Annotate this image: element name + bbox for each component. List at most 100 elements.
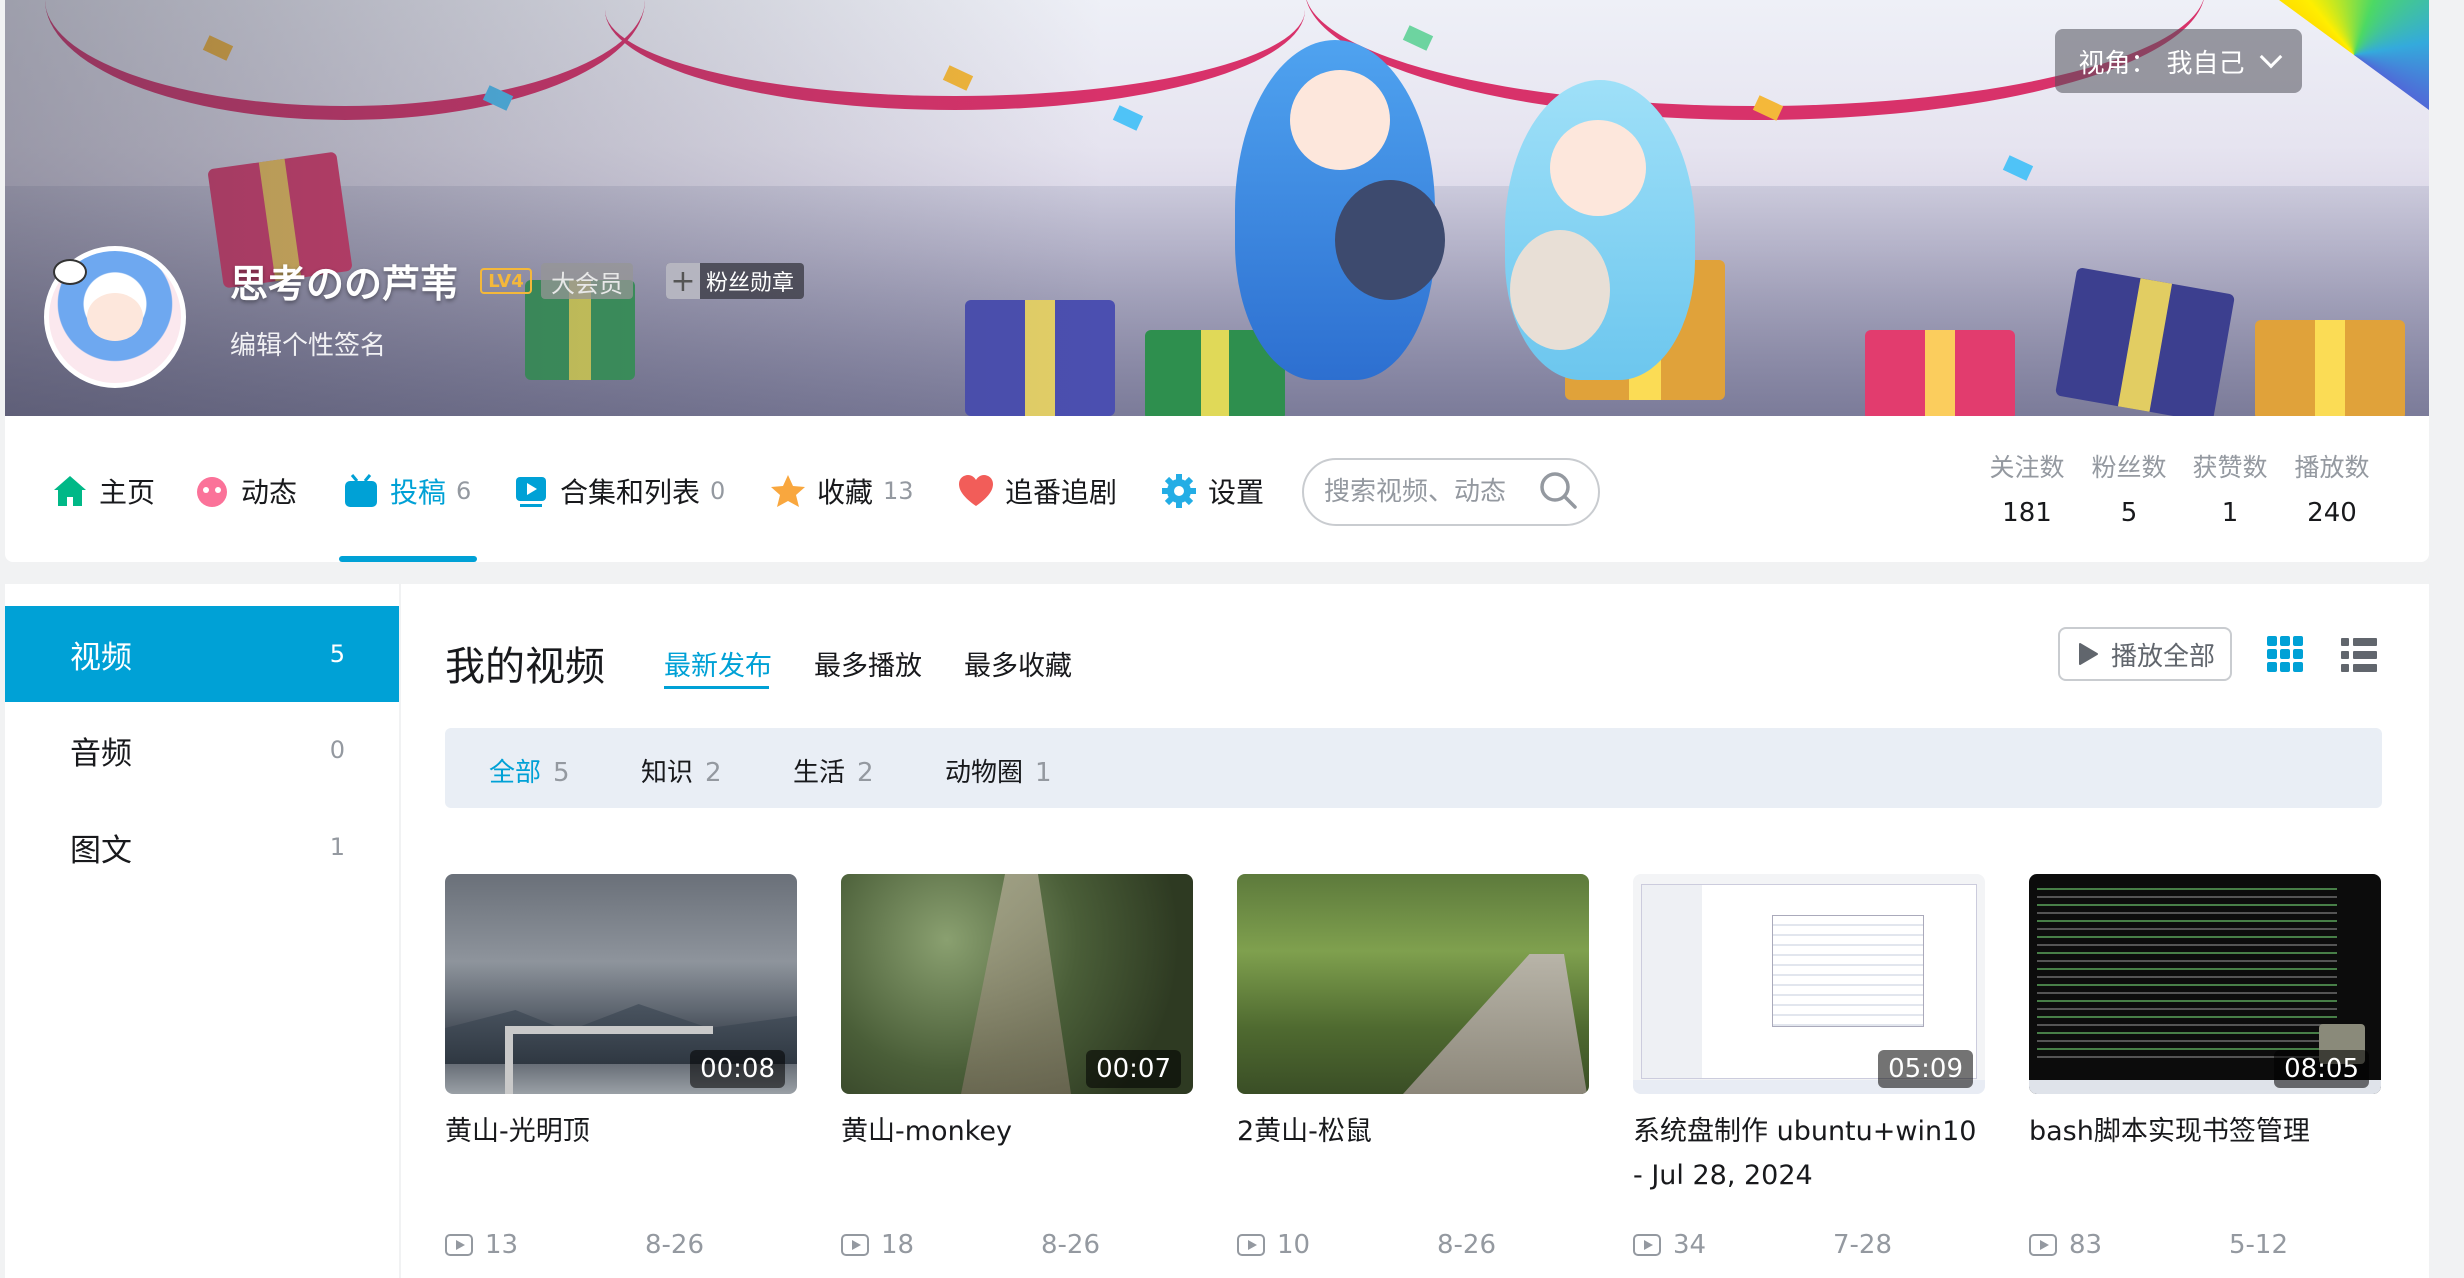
sidebar-item-article[interactable]: 图文 1 [5, 799, 399, 895]
list-view-icon[interactable] [2341, 638, 2377, 672]
video-play-count: 13 [485, 1230, 519, 1260]
video-title[interactable]: 系统盘制作 ubuntu+win10 - Jul 28, 2024 [1633, 1110, 1993, 1198]
sidebar-item-count: 0 [329, 736, 345, 764]
video-play-count: 83 [2069, 1230, 2103, 1260]
view-perspective-dropdown[interactable]: 视角： 我自己 [2055, 29, 2302, 93]
vip-badge[interactable]: 大会员 [541, 263, 633, 299]
stat-plays: 播放数 240 [2282, 448, 2382, 528]
video-date: 7-28 [1833, 1230, 1893, 1260]
stat-fans-value: 5 [2120, 498, 2138, 528]
play-count-icon [2029, 1234, 2057, 1256]
sidebar-item-label: 图文 [70, 832, 132, 869]
search-icon[interactable] [1538, 470, 1578, 514]
upload-tv-icon [342, 472, 380, 510]
video-card[interactable]: 00:08 黄山-光明顶 13 8-26 [445, 874, 797, 1260]
nav-favorites[interactable]: 收藏 13 [769, 471, 914, 511]
banner-gift [1865, 330, 2015, 416]
video-duration: 08:05 [2274, 1050, 2369, 1088]
video-card[interactable]: 05:09 系统盘制作 ubuntu+win10 - Jul 28, 2024 … [1633, 874, 1985, 1260]
profile-nav-bar: 主页 动态 投稿 6 合集和列表 0 收藏 13 追番追剧 设置 搜索视频、动态… [5, 416, 2429, 562]
thumbnail-terminal-text [2037, 882, 2337, 1062]
video-title[interactable]: 2黄山-松鼠 [1237, 1110, 1597, 1154]
filter-all[interactable]: 全部 5 [489, 752, 570, 789]
filter-count: 5 [553, 758, 570, 788]
chevron-down-icon [2259, 45, 2282, 69]
video-duration: 05:09 [1878, 1050, 1973, 1088]
play-all-button[interactable]: 播放全部 [2058, 627, 2232, 681]
grid-view-icon[interactable] [2267, 636, 2303, 672]
nav-favorites-label: 收藏 [817, 476, 874, 509]
nav-collections[interactable]: 合集和列表 0 [512, 471, 725, 511]
nav-collections-count: 0 [710, 477, 726, 505]
nav-home[interactable]: 主页 [51, 471, 155, 511]
avatar-face [87, 293, 143, 341]
avatar[interactable] [44, 246, 186, 388]
banner-bunny-plush [1510, 230, 1610, 350]
sidebar-item-video[interactable]: 视频 5 [5, 606, 399, 702]
sidebar-item-count: 1 [329, 833, 345, 861]
sort-tab-most-played[interactable]: 最多播放 [814, 644, 922, 683]
star-icon [769, 472, 807, 510]
video-thumbnail[interactable]: 05:09 [1633, 874, 1985, 1094]
video-meta: 18 8-26 [841, 1230, 1193, 1260]
filter-life[interactable]: 生活 2 [793, 752, 874, 789]
banner-bear-plush [1335, 180, 1445, 300]
nav-active-underline [339, 556, 477, 562]
signature-edit[interactable]: 编辑个性签名 [230, 325, 386, 362]
avatar-pendant-icon [53, 259, 87, 285]
video-thumbnail[interactable]: 00:10 [1237, 874, 1589, 1094]
stat-fans-label: 粉丝数 [2091, 453, 2167, 482]
gear-icon [1160, 472, 1198, 510]
video-thumbnail[interactable]: 08:05 [2029, 874, 2381, 1094]
video-meta: 34 7-28 [1633, 1230, 1985, 1260]
sidebar-item-audio[interactable]: 音频 0 [5, 702, 399, 798]
nav-settings[interactable]: 设置 [1160, 471, 1264, 511]
filter-count: 2 [857, 758, 874, 788]
video-thumbnail[interactable]: 00:07 [841, 874, 1193, 1094]
nav-collections-label: 合集和列表 [560, 476, 701, 509]
space-search-input[interactable] [1324, 477, 1534, 507]
filter-label: 生活 [793, 758, 846, 788]
video-play-count: 10 [1277, 1230, 1311, 1260]
my-videos-panel: 我的视频 最新发布 最多播放 最多收藏 播放全部 全部 5 知识 2 生活 2 动物圈… [401, 584, 2429, 1278]
video-card[interactable]: 00:07 黄山-monkey 18 8-26 [841, 874, 1193, 1260]
filter-knowledge[interactable]: 知识 2 [641, 752, 722, 789]
video-title[interactable]: 黄山-monkey [841, 1110, 1201, 1154]
video-card[interactable]: 08:05 bash脚本实现书签管理 83 5-12 [2029, 874, 2381, 1260]
banner-character-22-face [1290, 70, 1390, 170]
dynamic-icon [193, 472, 231, 510]
level-badge: LV4 [480, 268, 532, 294]
stat-following[interactable]: 关注数 181 [1977, 448, 2077, 528]
sort-tab-most-favorited[interactable]: 最多收藏 [964, 644, 1072, 683]
video-title[interactable]: bash脚本实现书签管理 [2029, 1110, 2389, 1154]
stat-likes-label: 获赞数 [2192, 453, 2268, 482]
space-search[interactable] [1302, 458, 1600, 526]
nav-uploads[interactable]: 投稿 6 [342, 471, 471, 511]
video-card[interactable]: 00:10 2黄山-松鼠 10 8-26 [1237, 874, 1589, 1260]
fan-medal-button[interactable]: + 粉丝勋章 [666, 263, 805, 299]
filter-label: 动物圈 [945, 758, 1024, 788]
stat-following-value: 181 [2002, 498, 2052, 528]
nav-bangumi-label: 追番追剧 [1005, 476, 1118, 509]
video-date: 8-26 [645, 1230, 705, 1260]
sort-tab-latest[interactable]: 最新发布 [664, 644, 772, 683]
video-meta: 83 5-12 [2029, 1230, 2381, 1260]
banner-gift [2054, 267, 2236, 416]
filter-animals[interactable]: 动物圈 1 [945, 752, 1052, 789]
video-play-count: 34 [1673, 1230, 1707, 1260]
nav-dynamic-label: 动态 [241, 476, 298, 509]
stat-fans[interactable]: 粉丝数 5 [2079, 448, 2179, 528]
video-play-count: 18 [881, 1230, 915, 1260]
plus-icon: + [666, 263, 700, 299]
video-title[interactable]: 黄山-光明顶 [445, 1110, 805, 1154]
video-thumbnail[interactable]: 00:08 [445, 874, 797, 1094]
video-date: 8-26 [1041, 1230, 1101, 1260]
nav-bangumi[interactable]: 追番追剧 [957, 471, 1117, 511]
banner-character-33-face [1550, 120, 1646, 216]
filter-count: 2 [705, 758, 722, 788]
stat-plays-label: 播放数 [2294, 453, 2370, 482]
nav-dynamic[interactable]: 动态 [193, 471, 297, 511]
username: 思考のの芦苇 [230, 262, 459, 306]
play-count-icon [841, 1234, 869, 1256]
filter-label: 知识 [641, 758, 694, 788]
